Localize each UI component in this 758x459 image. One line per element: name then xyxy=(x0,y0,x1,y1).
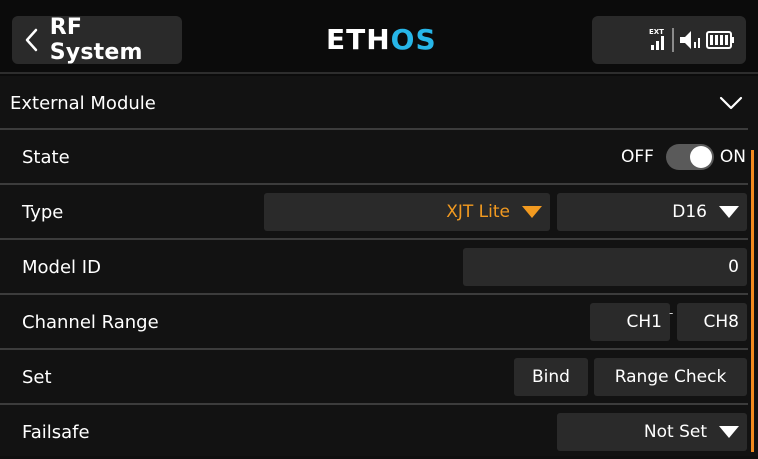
bind-button-label: Bind xyxy=(532,367,570,387)
type-label: Type xyxy=(22,201,64,223)
header-divider xyxy=(0,72,758,74)
channel-range-label: Channel Range xyxy=(22,311,159,333)
channel-start-value: CH1 xyxy=(626,312,662,332)
row-state: State OFF ON xyxy=(0,130,758,184)
state-label: State xyxy=(22,146,70,168)
scrollbar[interactable] xyxy=(751,150,754,452)
svg-text:EXT: EXT xyxy=(649,28,664,36)
channel-end-field[interactable]: CH8 xyxy=(677,303,747,341)
dropdown-arrow-icon xyxy=(719,206,739,218)
external-signal-icon: EXT xyxy=(649,28,664,50)
state-toggle[interactable] xyxy=(665,144,714,170)
row-type: Type XJT Lite D16 xyxy=(0,185,758,239)
toggle-off-label: OFF xyxy=(620,147,654,167)
channel-start-field[interactable]: CH1 xyxy=(590,303,670,341)
page-title-button[interactable]: RF System xyxy=(12,15,182,65)
status-divider xyxy=(672,28,674,52)
section-external-module[interactable]: External Module xyxy=(0,76,758,130)
state-toggle-group[interactable]: OFF ON xyxy=(621,130,746,184)
mode-value: D16 xyxy=(672,202,707,222)
page-title: RF System xyxy=(49,15,143,65)
protocol-value: XJT Lite xyxy=(446,202,510,222)
toggle-on-label: ON xyxy=(719,147,746,167)
channel-end-value: CH8 xyxy=(703,312,739,332)
dropdown-arrow-icon xyxy=(522,206,542,218)
bind-button[interactable]: Bind xyxy=(514,358,588,396)
range-check-button-label: Range Check xyxy=(614,367,727,387)
row-set: Set Bind Range Check xyxy=(0,350,758,404)
header-bar: RF System ETH OS EXT xyxy=(0,0,758,76)
row-failsafe: Failsafe Not Set xyxy=(0,405,758,459)
failsafe-label: Failsafe xyxy=(22,421,90,443)
status-area[interactable]: EXT xyxy=(592,16,746,64)
chevron-down-icon[interactable] xyxy=(719,96,743,110)
section-label: External Module xyxy=(10,92,156,114)
failsafe-dropdown[interactable]: Not Set xyxy=(557,413,747,451)
back-chevron-icon[interactable] xyxy=(12,16,50,64)
ethos-logo: ETH OS xyxy=(326,22,437,56)
battery-icon xyxy=(706,31,734,49)
channel-separator: - xyxy=(669,306,674,320)
row-channel-range: Channel Range CH1 - CH8 xyxy=(0,295,758,349)
model-id-value: 0 xyxy=(728,257,739,277)
protocol-dropdown[interactable]: XJT Lite xyxy=(264,193,550,231)
speaker-icon xyxy=(680,31,700,49)
range-check-button[interactable]: Range Check xyxy=(594,358,747,396)
dropdown-arrow-icon xyxy=(719,426,739,438)
brand-accent: OS xyxy=(390,22,437,56)
row-model-id: Model ID 0 xyxy=(0,240,758,294)
failsafe-value: Not Set xyxy=(643,422,707,442)
model-id-field[interactable]: 0 xyxy=(463,248,747,286)
model-id-label: Model ID xyxy=(22,256,101,278)
brand-main: ETH xyxy=(326,22,391,56)
set-label: Set xyxy=(22,366,52,388)
mode-dropdown[interactable]: D16 xyxy=(557,193,747,231)
toggle-knob xyxy=(689,146,712,168)
rf-system-screen: RF System ETH OS EXT External Module Sta… xyxy=(0,0,758,456)
